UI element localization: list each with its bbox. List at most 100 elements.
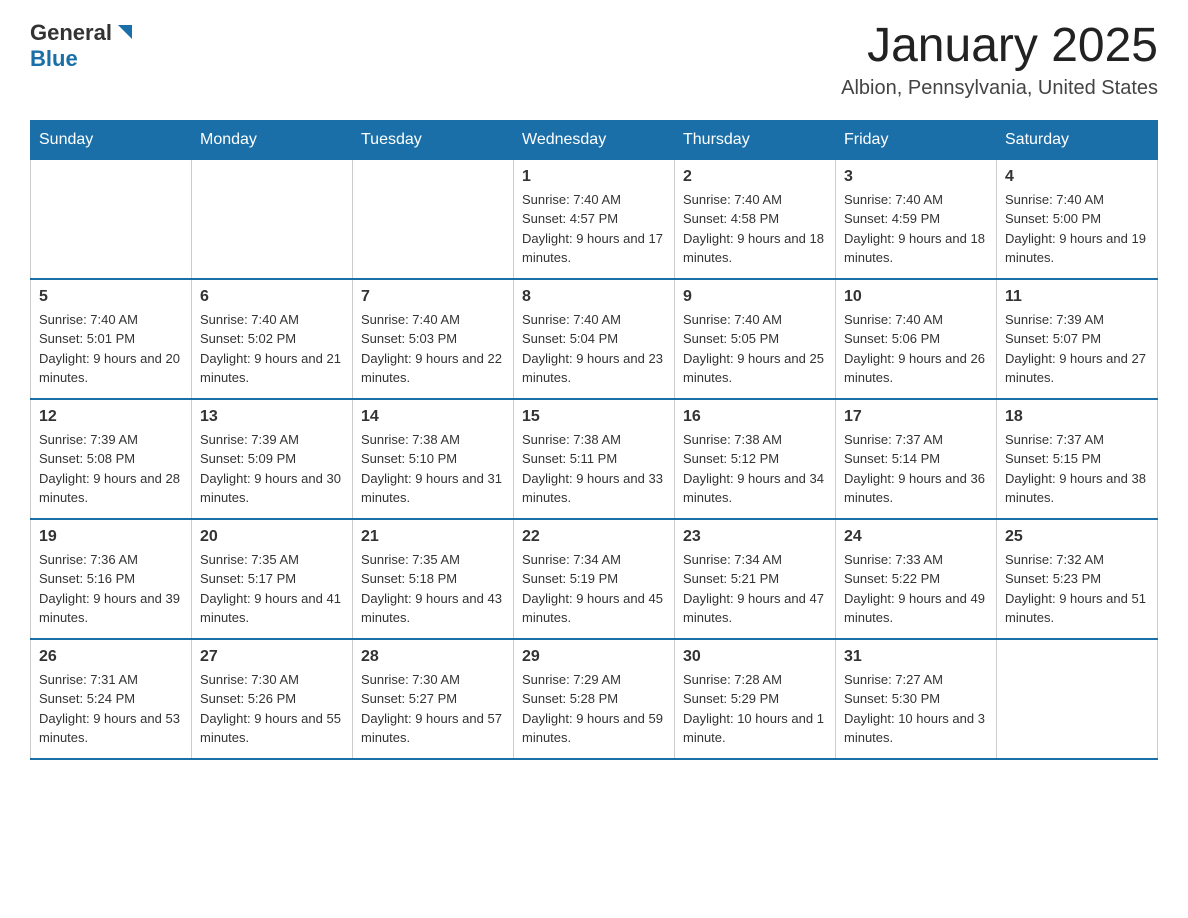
- day-number: 28: [361, 648, 505, 666]
- day-info: Sunrise: 7:27 AM Sunset: 5:30 PM Dayligh…: [844, 670, 988, 748]
- title-section: January 2025 Albion, Pennsylvania, Unite…: [841, 20, 1158, 100]
- table-row: 17Sunrise: 7:37 AM Sunset: 5:14 PM Dayli…: [836, 399, 997, 519]
- calendar-week-row: 19Sunrise: 7:36 AM Sunset: 5:16 PM Dayli…: [31, 519, 1158, 639]
- calendar-week-row: 1Sunrise: 7:40 AM Sunset: 4:57 PM Daylig…: [31, 159, 1158, 279]
- day-number: 19: [39, 528, 183, 546]
- table-row: [997, 639, 1158, 759]
- day-info: Sunrise: 7:38 AM Sunset: 5:11 PM Dayligh…: [522, 430, 666, 508]
- table-row: 20 Sunrise: 7:35 AM Sunset: 5:17 PM Dayli…: [192, 519, 353, 639]
- table-row: 10Sunrise: 7:40 AM Sunset: 5:06 PM Dayli…: [836, 279, 997, 399]
- page-header: General Blue January 2025 Albion, Pennsy…: [30, 20, 1158, 100]
- table-row: 24Sunrise: 7:33 AM Sunset: 5:22 PM Dayli…: [836, 519, 997, 639]
- table-row: 22 Sunrise: 7:34 AM Sunset: 5:19 PM Dayli…: [514, 519, 675, 639]
- day-number: 8: [522, 288, 666, 306]
- calendar-header-row: Sunday Monday Tuesday Wednesday Thursday…: [31, 120, 1158, 159]
- header-monday: Monday: [192, 120, 353, 159]
- day-info: Sunrise: 7:40 AM Sunset: 5:01 PM Dayligh…: [39, 310, 183, 388]
- day-number: 15: [522, 408, 666, 426]
- day-info: Sunrise: 7:34 AM Sunset: 5:21 PM Dayligh…: [683, 550, 827, 628]
- day-number: 3: [844, 168, 988, 186]
- day-number: 29: [522, 648, 666, 666]
- day-info: Sunrise: 7:40 AM Sunset: 5:05 PM Dayligh…: [683, 310, 827, 388]
- day-number: 17: [844, 408, 988, 426]
- day-number: 10: [844, 288, 988, 306]
- header-tuesday: Tuesday: [353, 120, 514, 159]
- calendar-week-row: 5 Sunrise: 7:40 AM Sunset: 5:01 PM Daylig…: [31, 279, 1158, 399]
- location-title: Albion, Pennsylvania, United States: [841, 77, 1158, 100]
- table-row: 11 Sunrise: 7:39 AM Sunset: 5:07 PM Dayli…: [997, 279, 1158, 399]
- table-row: 23 Sunrise: 7:34 AM Sunset: 5:21 PM Dayli…: [675, 519, 836, 639]
- logo-triangle-icon: [114, 21, 136, 43]
- table-row: 7Sunrise: 7:40 AM Sunset: 5:03 PM Daylig…: [353, 279, 514, 399]
- calendar-week-row: 12 Sunrise: 7:39 AM Sunset: 5:08 PM Dayli…: [31, 399, 1158, 519]
- table-row: 15 Sunrise: 7:38 AM Sunset: 5:11 PM Dayli…: [514, 399, 675, 519]
- day-number: 22: [522, 528, 666, 546]
- header-sunday: Sunday: [31, 120, 192, 159]
- day-number: 14: [361, 408, 505, 426]
- day-number: 26: [39, 648, 183, 666]
- calendar-week-row: 26 Sunrise: 7:31 AM Sunset: 5:24 PM Dayli…: [31, 639, 1158, 759]
- calendar-table: Sunday Monday Tuesday Wednesday Thursday…: [30, 120, 1158, 760]
- month-title: January 2025: [841, 20, 1158, 73]
- table-row: 30 Sunrise: 7:28 AM Sunset: 5:29 PM Dayli…: [675, 639, 836, 759]
- table-row: 14 Sunrise: 7:38 AM Sunset: 5:10 PM Dayli…: [353, 399, 514, 519]
- logo-general: General: [30, 20, 112, 46]
- header-friday: Friday: [836, 120, 997, 159]
- table-row: 29 Sunrise: 7:29 AM Sunset: 5:28 PM Dayli…: [514, 639, 675, 759]
- table-row: 21 Sunrise: 7:35 AM Sunset: 5:18 PM Dayli…: [353, 519, 514, 639]
- table-row: [192, 159, 353, 279]
- day-info: Sunrise: 7:40 AM Sunset: 4:59 PM Dayligh…: [844, 190, 988, 268]
- day-number: 27: [200, 648, 344, 666]
- day-info: Sunrise: 7:35 AM Sunset: 5:17 PM Dayligh…: [200, 550, 344, 628]
- day-info: Sunrise: 7:40 AM Sunset: 5:00 PM Dayligh…: [1005, 190, 1149, 268]
- day-number: 30: [683, 648, 827, 666]
- day-info: Sunrise: 7:39 AM Sunset: 5:07 PM Dayligh…: [1005, 310, 1149, 388]
- table-row: 6Sunrise: 7:40 AM Sunset: 5:02 PM Daylig…: [192, 279, 353, 399]
- table-row: 5 Sunrise: 7:40 AM Sunset: 5:01 PM Daylig…: [31, 279, 192, 399]
- table-row: 18Sunrise: 7:37 AM Sunset: 5:15 PM Dayli…: [997, 399, 1158, 519]
- day-number: 5: [39, 288, 183, 306]
- day-number: 25: [1005, 528, 1149, 546]
- table-row: 28 Sunrise: 7:30 AM Sunset: 5:27 PM Dayli…: [353, 639, 514, 759]
- day-info: Sunrise: 7:31 AM Sunset: 5:24 PM Dayligh…: [39, 670, 183, 748]
- table-row: 27 Sunrise: 7:30 AM Sunset: 5:26 PM Dayli…: [192, 639, 353, 759]
- table-row: 3 Sunrise: 7:40 AM Sunset: 4:59 PM Daylig…: [836, 159, 997, 279]
- logo-blue: Blue: [30, 46, 78, 71]
- day-info: Sunrise: 7:30 AM Sunset: 5:27 PM Dayligh…: [361, 670, 505, 748]
- day-info: Sunrise: 7:39 AM Sunset: 5:08 PM Dayligh…: [39, 430, 183, 508]
- table-row: 16Sunrise: 7:38 AM Sunset: 5:12 PM Dayli…: [675, 399, 836, 519]
- day-number: 9: [683, 288, 827, 306]
- day-number: 12: [39, 408, 183, 426]
- header-wednesday: Wednesday: [514, 120, 675, 159]
- header-saturday: Saturday: [997, 120, 1158, 159]
- day-info: Sunrise: 7:38 AM Sunset: 5:10 PM Dayligh…: [361, 430, 505, 508]
- day-info: Sunrise: 7:28 AM Sunset: 5:29 PM Dayligh…: [683, 670, 827, 748]
- day-number: 6: [200, 288, 344, 306]
- day-number: 23: [683, 528, 827, 546]
- header-thursday: Thursday: [675, 120, 836, 159]
- table-row: 4 Sunrise: 7:40 AM Sunset: 5:00 PM Daylig…: [997, 159, 1158, 279]
- day-info: Sunrise: 7:40 AM Sunset: 5:03 PM Dayligh…: [361, 310, 505, 388]
- day-info: Sunrise: 7:34 AM Sunset: 5:19 PM Dayligh…: [522, 550, 666, 628]
- day-info: Sunrise: 7:35 AM Sunset: 5:18 PM Dayligh…: [361, 550, 505, 628]
- day-number: 24: [844, 528, 988, 546]
- table-row: [31, 159, 192, 279]
- day-info: Sunrise: 7:38 AM Sunset: 5:12 PM Dayligh…: [683, 430, 827, 508]
- table-row: 2Sunrise: 7:40 AM Sunset: 4:58 PM Daylig…: [675, 159, 836, 279]
- table-row: 12 Sunrise: 7:39 AM Sunset: 5:08 PM Dayli…: [31, 399, 192, 519]
- day-number: 21: [361, 528, 505, 546]
- logo: General Blue: [30, 20, 136, 72]
- day-info: Sunrise: 7:39 AM Sunset: 5:09 PM Dayligh…: [200, 430, 344, 508]
- day-number: 1: [522, 168, 666, 186]
- day-number: 4: [1005, 168, 1149, 186]
- day-info: Sunrise: 7:30 AM Sunset: 5:26 PM Dayligh…: [200, 670, 344, 748]
- day-number: 31: [844, 648, 988, 666]
- day-info: Sunrise: 7:32 AM Sunset: 5:23 PM Dayligh…: [1005, 550, 1149, 628]
- table-row: 8Sunrise: 7:40 AM Sunset: 5:04 PM Daylig…: [514, 279, 675, 399]
- day-number: 11: [1005, 288, 1149, 306]
- table-row: 9 Sunrise: 7:40 AM Sunset: 5:05 PM Daylig…: [675, 279, 836, 399]
- day-number: 20: [200, 528, 344, 546]
- day-info: Sunrise: 7:40 AM Sunset: 4:58 PM Dayligh…: [683, 190, 827, 268]
- table-row: [353, 159, 514, 279]
- day-info: Sunrise: 7:29 AM Sunset: 5:28 PM Dayligh…: [522, 670, 666, 748]
